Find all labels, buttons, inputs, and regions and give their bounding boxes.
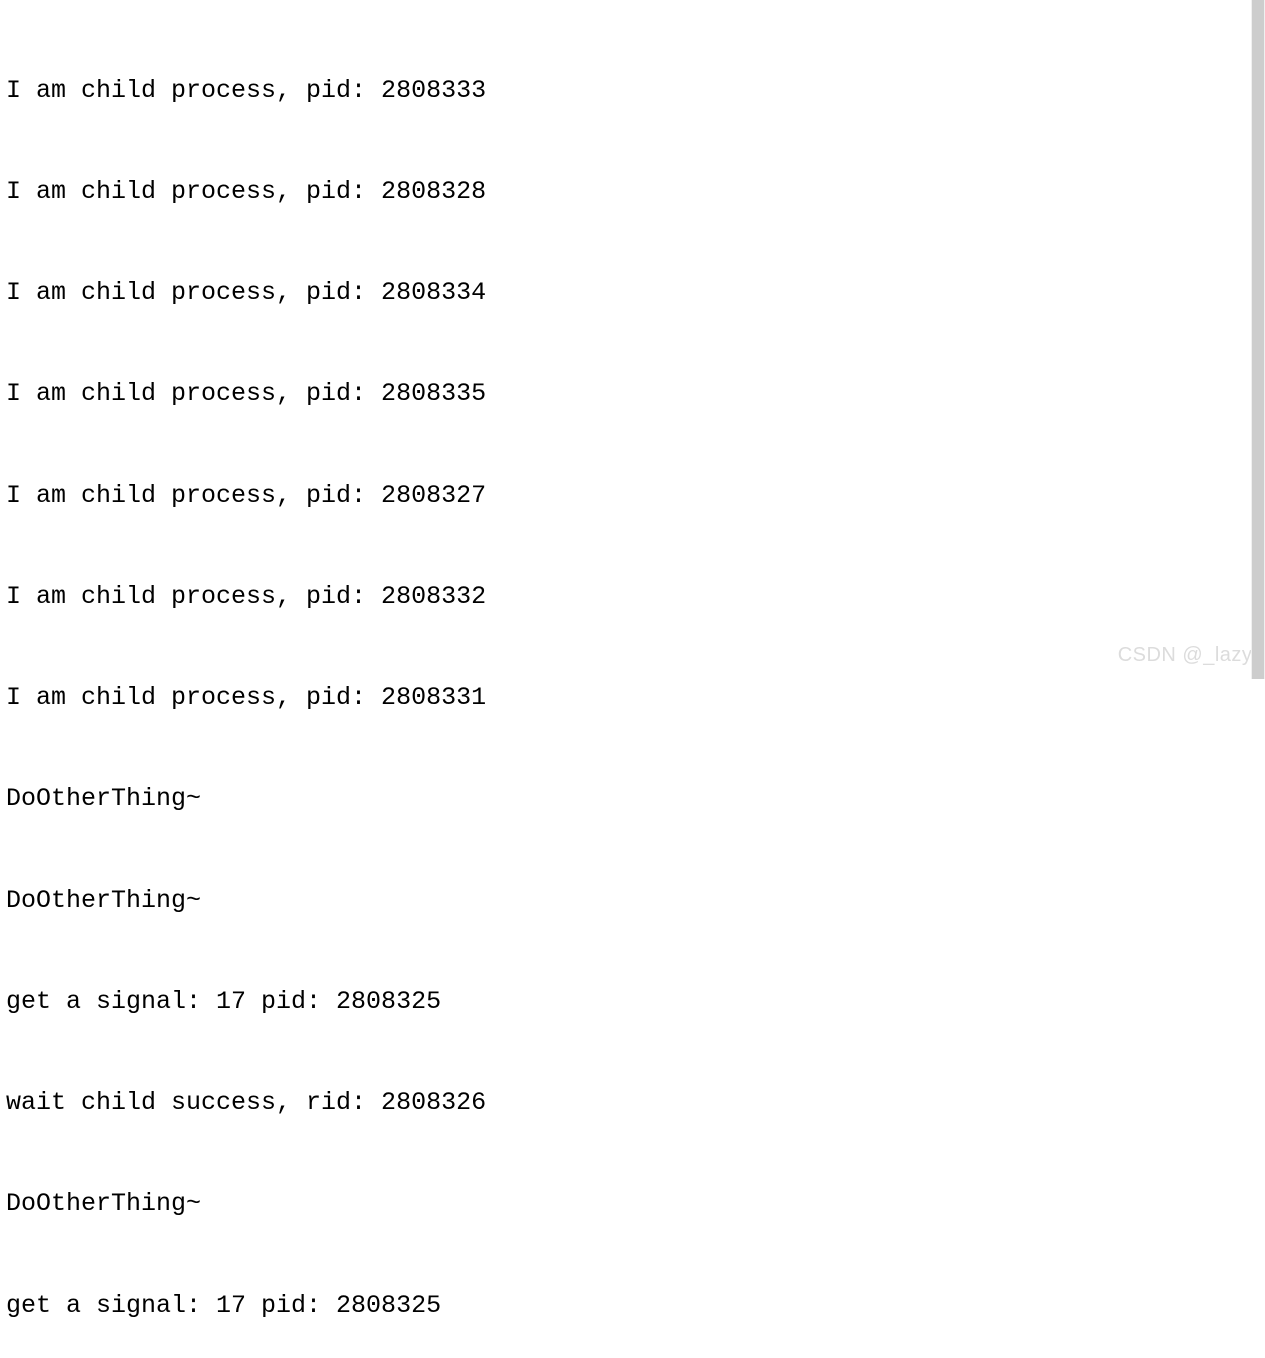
watermark-text: CSDN @_lazy.	[1118, 642, 1257, 669]
scrollbar-thumb[interactable]	[1252, 0, 1264, 679]
terminal-line: DoOtherThing~	[6, 782, 1259, 816]
terminal-line: I am child process, pid: 2808331	[6, 681, 1259, 715]
terminal-output: I am child process, pid: 2808333 I am ch…	[6, 6, 1259, 1358]
terminal-line: get a signal: 17 pid: 2808325	[6, 1289, 1259, 1323]
terminal-line: I am child process, pid: 2808332	[6, 580, 1259, 614]
terminal-line: I am child process, pid: 2808334	[6, 276, 1259, 310]
terminal-line: I am child process, pid: 2808335	[6, 377, 1259, 411]
terminal-line: I am child process, pid: 2808327	[6, 479, 1259, 513]
scrollbar[interactable]	[1251, 0, 1265, 679]
terminal-line: DoOtherThing~	[6, 884, 1259, 918]
terminal-line: wait child success, rid: 2808326	[6, 1086, 1259, 1120]
terminal-line: DoOtherThing~	[6, 1187, 1259, 1221]
terminal-line: I am child process, pid: 2808328	[6, 175, 1259, 209]
terminal-line: get a signal: 17 pid: 2808325	[6, 985, 1259, 1019]
terminal-line: I am child process, pid: 2808333	[6, 74, 1259, 108]
